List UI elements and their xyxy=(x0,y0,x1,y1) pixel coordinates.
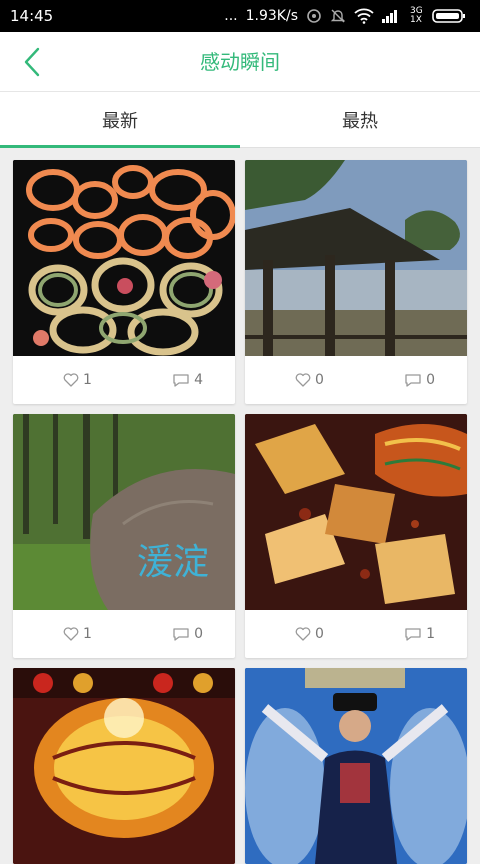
pavilion-image xyxy=(245,160,467,356)
comment-stat[interactable]: 0 xyxy=(172,626,203,642)
photo-dancer[interactable] xyxy=(245,668,467,864)
heart-icon xyxy=(295,373,311,387)
like-stat[interactable]: 1 xyxy=(63,626,92,642)
status-time: 14:45 xyxy=(10,7,54,25)
network-speed: 1.93K/s xyxy=(245,8,298,24)
stone-image: 湲淀 xyxy=(13,414,235,610)
network-type: 3G 1X xyxy=(410,6,423,25)
like-count: 1 xyxy=(83,626,92,642)
heart-icon xyxy=(63,373,79,387)
heart-icon xyxy=(295,627,311,641)
signal-icon xyxy=(382,9,402,23)
tab-hottest[interactable]: 最热 xyxy=(240,92,480,147)
like-stat[interactable]: 0 xyxy=(295,626,324,642)
comment-icon xyxy=(405,373,421,387)
page-title: 感动瞬间 xyxy=(200,50,280,74)
comment-stat[interactable]: 1 xyxy=(404,626,435,642)
photo-card[interactable]: 0 0 xyxy=(245,160,467,404)
status-icons: ... 1.93K/s 3G 1X xyxy=(224,7,466,25)
heart-icon xyxy=(63,627,79,641)
like-stat[interactable]: 1 xyxy=(63,372,92,388)
comment-stat[interactable]: 0 xyxy=(404,372,435,388)
mute-bell-icon xyxy=(330,8,346,24)
card-stats: 0 0 xyxy=(245,356,467,404)
like-count: 0 xyxy=(315,626,324,642)
photo-stone[interactable]: 湲淀 xyxy=(13,414,235,610)
photo-beads[interactable] xyxy=(13,160,235,356)
status-dots: ... xyxy=(224,8,238,24)
comment-count: 4 xyxy=(194,372,203,388)
comment-stat[interactable]: 4 xyxy=(172,372,203,388)
pot-image xyxy=(13,668,235,864)
card-stats: 1 0 xyxy=(13,610,235,658)
comment-icon xyxy=(173,373,189,387)
comment-count: 0 xyxy=(426,372,435,388)
wifi-icon xyxy=(354,8,374,24)
navigation-bar: 感动瞬间 xyxy=(0,32,480,92)
photo-card[interactable]: 1 4 xyxy=(13,160,235,404)
battery-icon xyxy=(432,8,466,24)
photo-food[interactable] xyxy=(245,414,467,610)
like-count: 1 xyxy=(83,372,92,388)
dancer-image xyxy=(245,668,467,864)
photo-pot[interactable] xyxy=(13,668,235,864)
food-image xyxy=(245,414,467,610)
photo-card[interactable] xyxy=(13,668,235,864)
calligraphy-text: 湲淀 xyxy=(137,542,209,583)
card-stats: 0 1 xyxy=(245,610,467,658)
tab-bar: 最新 最热 xyxy=(0,92,480,148)
status-bar: 14:45 ... 1.93K/s 3G 1X xyxy=(0,0,480,32)
beads-image xyxy=(13,160,235,356)
photo-card[interactable] xyxy=(245,668,467,864)
comment-count: 1 xyxy=(426,626,435,642)
comment-count: 0 xyxy=(194,626,203,642)
like-stat[interactable]: 0 xyxy=(295,372,324,388)
card-stats: 1 4 xyxy=(13,356,235,404)
photo-pavilion[interactable] xyxy=(245,160,467,356)
photo-card[interactable]: 湲淀 1 0 xyxy=(13,414,235,658)
sync-icon xyxy=(306,8,322,24)
tab-latest[interactable]: 最新 xyxy=(0,92,240,148)
comment-icon xyxy=(173,627,189,641)
comment-icon xyxy=(405,627,421,641)
like-count: 0 xyxy=(315,372,324,388)
photo-card[interactable]: 0 1 xyxy=(245,414,467,658)
